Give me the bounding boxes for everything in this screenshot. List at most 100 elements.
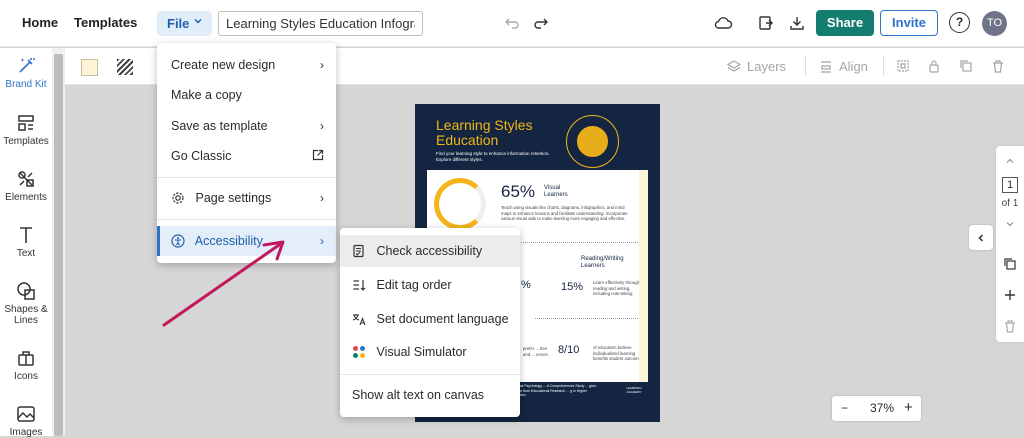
accessibility-submenu: Check accessibility Edit tag order Set d… — [340, 228, 520, 417]
help-icon[interactable]: ? — [949, 12, 970, 33]
visual-learner-ring — [434, 178, 486, 230]
menu-item-visual-simulator[interactable]: Visual Simulator — [340, 336, 520, 368]
sidebar-item-templates[interactable]: Templates — [0, 113, 52, 147]
top-bar: Home Templates File Share Invite ? TO — [0, 0, 1024, 47]
sidebar-item-shapes-lines[interactable]: Shapes & Lines — [0, 281, 52, 326]
accessibility-icon — [171, 234, 185, 248]
menu-item-label: Show alt text on canvas — [352, 388, 485, 402]
menu-item-go-classic[interactable]: Go Classic — [157, 141, 336, 171]
add-page-icon[interactable] — [1000, 285, 1020, 305]
sidebar-scrollbar[interactable] — [52, 48, 65, 436]
chevron-up-icon[interactable] — [1000, 151, 1020, 171]
dots-icon — [353, 346, 365, 358]
duplicate-icon[interactable] — [956, 56, 976, 76]
sidebar-item-images[interactable]: Images — [0, 404, 52, 438]
sidebar-item-label: Shapes & Lines — [4, 304, 48, 326]
zoom-out-button[interactable]: − — [841, 401, 848, 415]
menu-item-check-accessibility[interactable]: Check accessibility — [340, 235, 520, 267]
chevron-down-icon — [193, 16, 203, 29]
page-total: of 1 — [1001, 198, 1019, 209]
align-button[interactable]: Align — [819, 59, 868, 74]
background-color-swatch[interactable] — [81, 59, 98, 76]
shapes-icon — [17, 282, 35, 300]
elements-icon — [18, 171, 34, 187]
menu-item-create-new-design[interactable]: Create new design › — [157, 50, 336, 80]
avatar[interactable]: TO — [982, 11, 1007, 36]
undo-icon[interactable] — [502, 13, 522, 33]
sidebar-item-label: Brand Kit — [5, 79, 47, 90]
menu-item-set-document-language[interactable]: Set document language — [340, 303, 520, 335]
crop-icon[interactable] — [893, 56, 913, 76]
cloud-sync-icon[interactable] — [713, 13, 733, 33]
menu-item-make-a-copy[interactable]: Make a copy — [157, 80, 336, 110]
download-icon[interactable] — [787, 13, 807, 33]
templates-link[interactable]: Templates — [74, 15, 137, 30]
zoom-value[interactable]: 37% — [870, 401, 894, 415]
chevron-down-icon[interactable] — [1000, 214, 1020, 234]
menu-divider — [157, 177, 336, 178]
stat-visual-text: Teach using visuals like charts, diagram… — [501, 205, 628, 221]
redo-icon[interactable] — [531, 13, 551, 33]
invite-button[interactable]: Invite — [880, 10, 938, 36]
doc-card-accent — [639, 170, 648, 382]
present-icon[interactable] — [756, 13, 776, 33]
stat-kinesthetic-text: prefer ... tles and ... ences. — [523, 346, 549, 357]
menu-divider — [340, 374, 520, 375]
chevron-right-icon: › — [320, 58, 324, 72]
current-page-number[interactable]: 1 — [1002, 177, 1018, 193]
layers-button[interactable]: Layers — [727, 59, 786, 74]
delete-page-icon[interactable] — [1000, 316, 1020, 336]
stat-reading-label: Reading/Writing Learners — [581, 256, 624, 269]
external-link-icon — [312, 149, 324, 164]
images-icon — [17, 406, 35, 422]
sidebar-item-elements[interactable]: Elements — [0, 169, 52, 203]
home-link[interactable]: Home — [22, 15, 58, 30]
sidebar-item-icons[interactable]: Icons — [0, 348, 52, 382]
toolbar-divider — [883, 56, 884, 76]
duplicate-page-icon[interactable] — [1000, 254, 1020, 274]
left-sidebar: Brand Kit Templates Elements Text Shapes… — [0, 48, 52, 438]
menu-divider — [157, 219, 336, 220]
stat-educators-text: of educators believe individualized lear… — [593, 345, 645, 361]
file-dropdown-menu: Create new design › Make a copy Save as … — [157, 43, 336, 263]
menu-item-label: Page settings — [195, 191, 272, 205]
pattern-icon[interactable] — [117, 59, 133, 75]
menu-item-label: Save as template — [171, 119, 268, 133]
sidebar-item-label: Templates — [3, 136, 49, 147]
doc-footer-references: ...ational Psychology ... A Comprehensiv… — [510, 384, 597, 397]
trash-icon[interactable] — [988, 56, 1008, 76]
divider — [535, 318, 640, 319]
text-icon — [20, 227, 32, 243]
lock-icon[interactable] — [924, 56, 944, 76]
zoom-in-button[interactable]: + — [904, 399, 913, 416]
collapse-panel-button[interactable] — [969, 225, 993, 250]
sidebar-item-label: Icons — [14, 371, 38, 382]
menu-item-label: Make a copy — [171, 88, 242, 102]
file-menu-button[interactable]: File — [157, 11, 212, 36]
stat-visual-label: Visual Learners — [544, 185, 568, 198]
menu-item-edit-tag-order[interactable]: Edit tag order — [340, 269, 520, 301]
translate-icon — [352, 314, 366, 326]
menu-item-label: Check accessibility — [376, 244, 483, 258]
align-label: Align — [839, 59, 868, 74]
menu-item-show-alt-text[interactable]: Show alt text on canvas — [340, 379, 520, 411]
sidebar-item-brand-kit[interactable]: Brand Kit — [0, 56, 52, 90]
stat-visual-value: 65% — [501, 182, 536, 201]
stat-reading-value: 15% — [561, 281, 584, 293]
doc-subtitle: Find your learning style to enhance info… — [436, 151, 550, 162]
menu-item-label: Accessibility — [194, 234, 263, 248]
menu-item-accessibility[interactable]: Accessibility › — [157, 226, 336, 256]
sidebar-item-text[interactable]: Text — [0, 225, 52, 259]
stat-educators-value: 8/10 — [558, 344, 580, 356]
menu-item-label: Set document language — [376, 312, 509, 326]
document-title-input[interactable] — [218, 11, 423, 36]
chevron-left-icon — [978, 233, 984, 242]
doc-logo-text: LEARNING ACADEMY — [626, 386, 642, 394]
scrollbar-thumb[interactable] — [54, 54, 63, 436]
share-button[interactable]: Share — [816, 10, 874, 36]
menu-item-save-as-template[interactable]: Save as template › — [157, 111, 336, 141]
checklist-icon — [353, 244, 364, 258]
menu-item-page-settings[interactable]: Page settings › — [157, 183, 336, 213]
menu-item-label: Go Classic — [171, 149, 232, 163]
icons-icon — [18, 351, 34, 366]
